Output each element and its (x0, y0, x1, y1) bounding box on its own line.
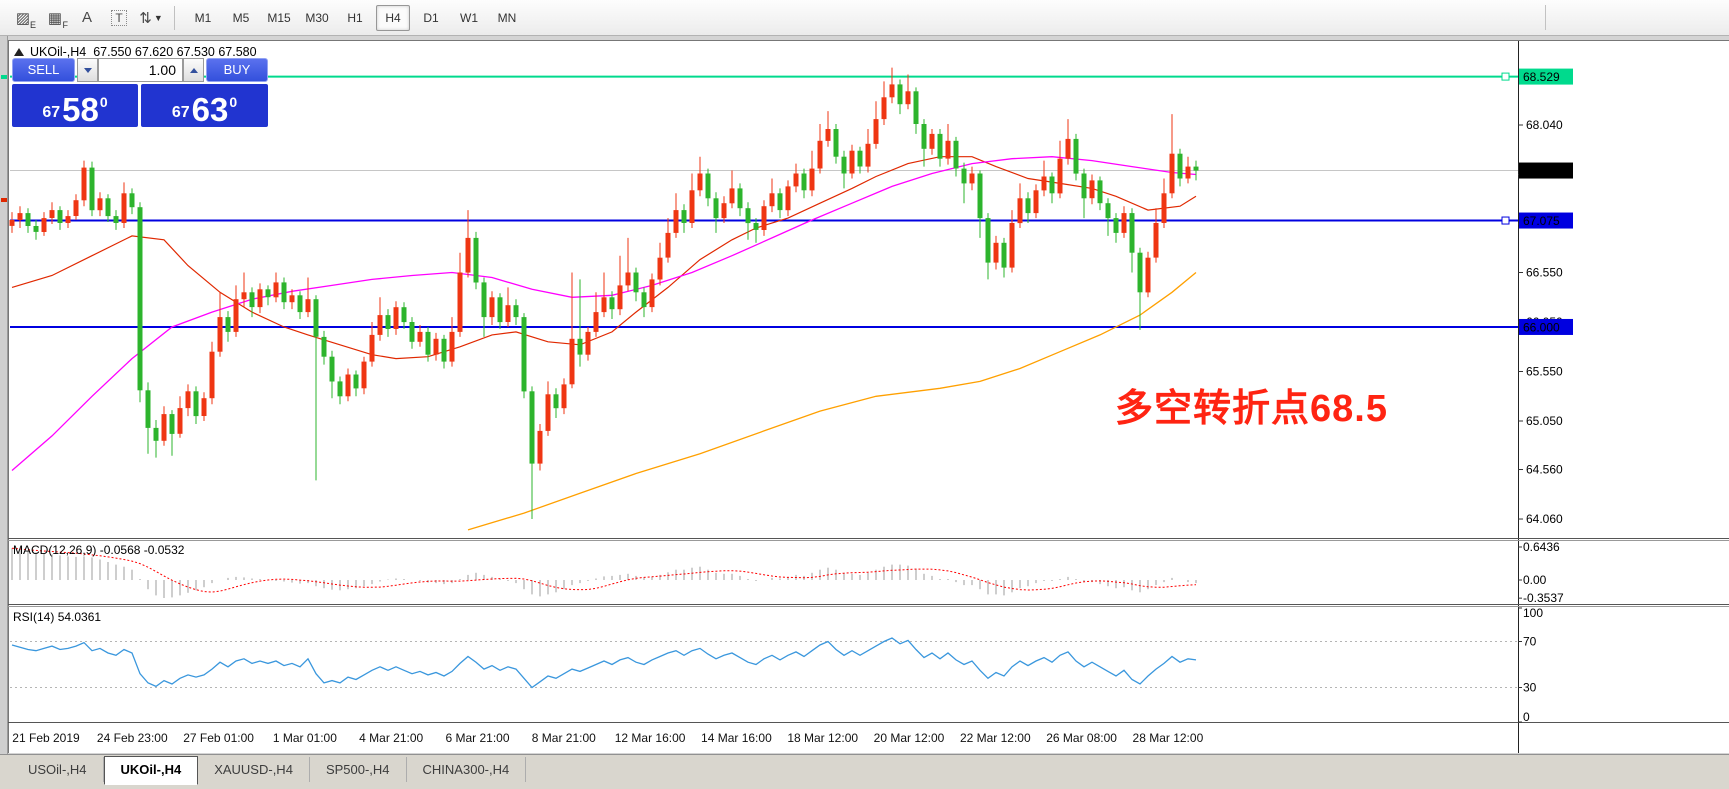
svg-text:0: 0 (1523, 710, 1530, 724)
chart-tab-bar: USOil-,H4UKOil-,H4XAUUSD-,H4SP500-,H4CHI… (0, 754, 1729, 789)
chart-annotation-text: 多空转折点68.5 (1115, 377, 1388, 432)
sell-price-main: 58 (62, 95, 99, 124)
triangle-up-icon (190, 68, 198, 73)
tab-ukoilh4[interactable]: UKOil-,H4 (104, 756, 199, 785)
rsi-panel: 100 70 30 0 (10, 606, 1543, 724)
timeframe-button-H4[interactable]: H4 (376, 5, 410, 31)
sell-price-prefix: 67 (42, 105, 60, 121)
date-label: 28 Mar 12:00 (1133, 731, 1204, 745)
timeframe-button-H1[interactable]: H1 (338, 5, 372, 31)
svg-text:68.040: 68.040 (1526, 118, 1563, 132)
svg-text:66.550: 66.550 (1526, 266, 1563, 280)
toolbar: ▨E▦FAT⇅▼ M1M5M15M30H1H4D1W1MN (0, 0, 1729, 36)
timeframe-button-M1[interactable]: M1 (186, 5, 220, 31)
macd-label: MACD(12,26,9) -0.0568 -0.0532 (13, 543, 184, 557)
buy-button[interactable]: BUY (206, 58, 268, 82)
timeframe-button-M30[interactable]: M30 (300, 5, 334, 31)
svg-text:65.050: 65.050 (1526, 414, 1563, 428)
grid-icon[interactable]: ▦F (40, 5, 70, 31)
volume-increase-button[interactable] (183, 58, 204, 82)
date-label: 21 Feb 2019 (12, 731, 79, 745)
volume-input[interactable] (98, 58, 183, 82)
ma-slow-orange (468, 273, 1196, 530)
svg-text:0.00: 0.00 (1523, 573, 1547, 587)
date-label: 8 Mar 21:00 (532, 731, 596, 745)
date-label: 4 Mar 21:00 (359, 731, 423, 745)
svg-text:65.550: 65.550 (1526, 365, 1563, 379)
date-label: 1 Mar 01:00 (273, 731, 337, 745)
line-handle (1502, 217, 1509, 224)
date-label: 27 Feb 01:00 (183, 731, 254, 745)
sell-button[interactable]: SELL (12, 58, 75, 82)
label-icon[interactable]: A (72, 5, 102, 31)
line-handle (1502, 73, 1509, 80)
svg-text:64.060: 64.060 (1526, 512, 1563, 526)
symbol-name: UKOil-,H4 (30, 45, 86, 59)
date-label: 12 Mar 16:00 (615, 731, 686, 745)
date-label: 20 Mar 12:00 (874, 731, 945, 745)
svg-text:70: 70 (1523, 635, 1537, 649)
svg-text:0.6436: 0.6436 (1523, 540, 1560, 554)
symbol-header: UKOil-,H4 67.550 67.620 67.530 67.580 (14, 45, 257, 59)
timeframe-button-M15[interactable]: M15 (262, 5, 296, 31)
svg-text:66.000: 66.000 (1523, 320, 1560, 334)
tab-sp500h4[interactable]: SP500-,H4 (310, 757, 407, 782)
timeframe-button-W1[interactable]: W1 (452, 5, 486, 31)
buy-price-box[interactable]: 67 63 0 (141, 84, 268, 127)
tab-xauusdh4[interactable]: XAUUSD-,H4 (198, 757, 310, 782)
ohlc-values: 67.550 67.620 67.530 67.580 (93, 45, 256, 59)
macd-signal-line (12, 548, 1196, 592)
svg-text:68.529: 68.529 (1523, 70, 1560, 84)
svg-text:67.580: 67.580 (1523, 164, 1560, 178)
svg-text:100: 100 (1523, 606, 1543, 620)
volume-decrease-button[interactable] (77, 58, 98, 82)
date-label: 24 Feb 23:00 (97, 731, 168, 745)
sell-price-pip: 0 (100, 94, 108, 110)
triangle-down-icon (84, 68, 92, 73)
timeframe-button-D1[interactable]: D1 (414, 5, 448, 31)
rsi-label: RSI(14) 54.0361 (13, 610, 101, 624)
collapse-arrow-icon[interactable] (14, 48, 24, 56)
indicators-icon[interactable]: ▨E (8, 5, 38, 31)
svg-text:64.560: 64.560 (1526, 463, 1563, 477)
tab-china300h4[interactable]: CHINA300-,H4 (407, 757, 527, 782)
rsi-line (12, 638, 1196, 688)
date-label: 22 Mar 12:00 (960, 731, 1031, 745)
arrows-icon[interactable]: ⇅▼ (136, 5, 166, 31)
tab-usoilh4[interactable]: USOil-,H4 (12, 757, 104, 782)
macd-panel: 0.6436 0.00 -0.3537 (12, 540, 1564, 605)
svg-text:-0.3537: -0.3537 (1523, 591, 1564, 605)
toolbar-separator-right (1545, 5, 1546, 30)
timeframe-button-M5[interactable]: M5 (224, 5, 258, 31)
date-label: 26 Mar 08:00 (1046, 731, 1117, 745)
date-label: 6 Mar 21:00 (445, 731, 509, 745)
svg-text:30: 30 (1523, 681, 1537, 695)
text-box-icon[interactable]: T (104, 5, 134, 31)
sell-price-box[interactable]: 67 58 0 (12, 84, 138, 127)
buy-price-main: 63 (192, 95, 229, 124)
timeframe-button-MN[interactable]: MN (490, 5, 524, 31)
ma-fast-red (12, 157, 1196, 359)
date-label: 18 Mar 12:00 (787, 731, 858, 745)
date-label: 14 Mar 16:00 (701, 731, 772, 745)
toolbar-separator (174, 6, 175, 30)
candles (10, 68, 1199, 519)
buy-price-pip: 0 (229, 94, 237, 110)
svg-text:67.075: 67.075 (1523, 214, 1560, 228)
buy-price-prefix: 67 (172, 105, 190, 121)
